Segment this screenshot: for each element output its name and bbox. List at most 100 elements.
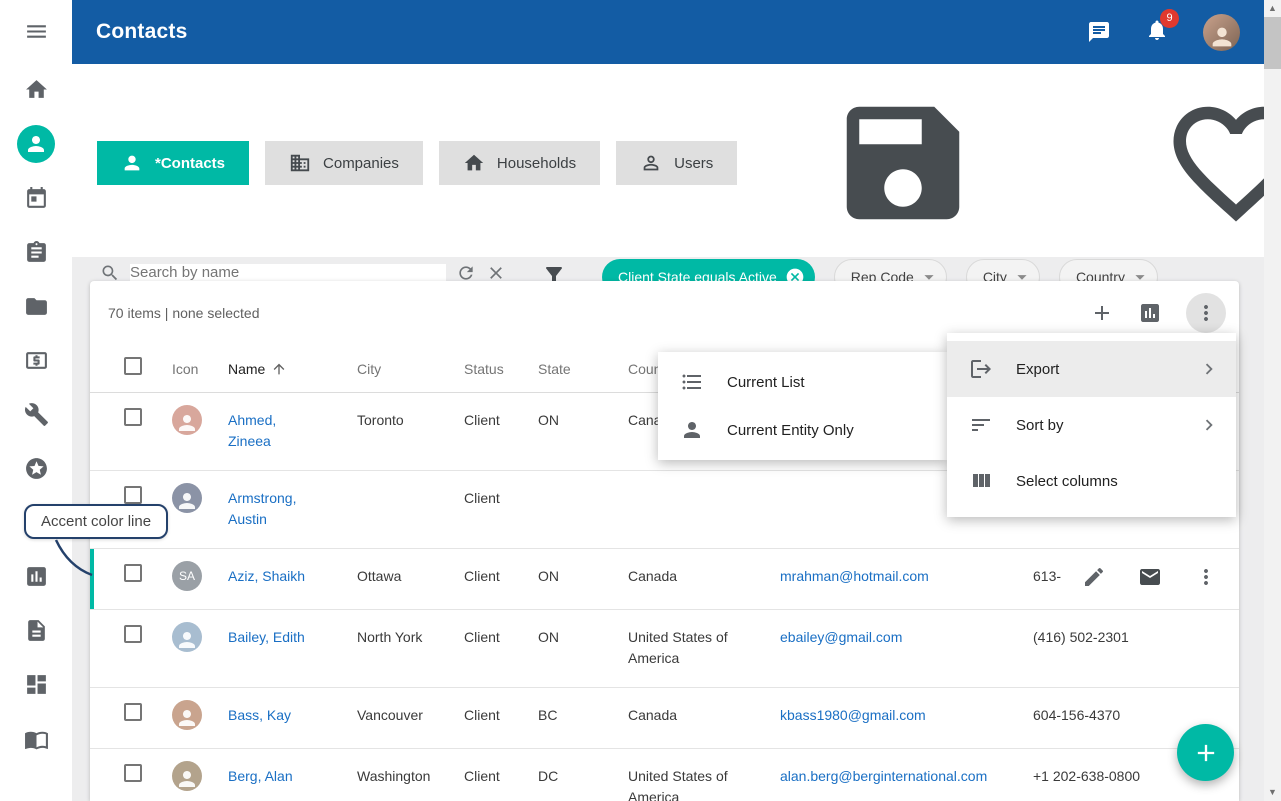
export-icon [969,357,993,381]
menu-item-label: Current Entity Only [727,422,854,439]
address-book-icon[interactable] [14,717,58,761]
cell-city: Washington [357,749,464,801]
tasks-icon[interactable] [14,230,58,274]
cell-state: ON [538,610,628,666]
email-link[interactable]: alan.berg@berginternational.com [780,768,987,784]
more-options-button[interactable] [1186,293,1226,333]
vertical-scrollbar[interactable]: ▲ ▼ [1264,0,1281,801]
chat-icon[interactable] [1087,20,1111,44]
send-email-icon[interactable] [1138,565,1162,589]
search-icon [100,263,120,283]
menu-item-label: Sort by [1016,417,1064,434]
favorite-heart-icon[interactable] [1086,88,1281,238]
featured-star-icon[interactable] [14,446,58,490]
contact-name-link[interactable]: Bailey, Edith [228,627,305,648]
person-icon [121,152,143,174]
folder-icon[interactable] [14,284,58,328]
avatar [172,761,202,791]
calendar-icon[interactable] [14,176,58,220]
avatar-initials-text: SA [179,566,195,587]
document-icon[interactable] [14,608,58,652]
sort-ascending-icon [271,361,287,377]
menu-icon[interactable] [14,9,58,53]
table-row-selected[interactable]: SA Aziz, Shaikh Ottawa Client ON Canada … [90,549,1239,610]
cell-city: Toronto [357,393,464,449]
contact-name-link[interactable]: Ahmed, Zineea [228,410,318,452]
table-row[interactable]: Bass, Kay Vancouver Client BC Canada kba… [90,688,1239,749]
cell-country: United States of America [628,610,780,687]
select-all-checkbox[interactable] [124,357,142,375]
cell-state [538,471,628,506]
sidebar [0,0,72,801]
plus-icon [1192,739,1220,767]
tab-households[interactable]: Households [439,141,600,185]
cell-country: United States of America [628,749,780,801]
avatar [172,405,202,435]
cell-country: Canada [628,688,780,744]
add-contact-fab[interactable] [1177,724,1234,781]
email-link[interactable]: mrahman@hotmail.com [780,568,929,584]
avatar-initials: SA [172,561,202,591]
cell-phone: (416) 502-2301 [1033,610,1221,666]
scrollbar-thumb[interactable] [1264,17,1281,69]
edit-icon[interactable] [1082,565,1106,589]
columns-icon [969,469,993,493]
row-more-options-icon[interactable] [1194,565,1218,589]
row-checkbox[interactable] [124,564,142,582]
tools-icon[interactable] [14,392,58,436]
dashboard-icon[interactable] [14,662,58,706]
col-state[interactable]: State [538,361,628,377]
save-icon[interactable] [753,88,1053,238]
contact-name-link[interactable]: Berg, Alan [228,766,293,787]
cell-state: DC [538,749,628,801]
menu-item-current-list[interactable]: Current List [658,358,947,406]
cell-state: ON [538,549,628,605]
col-name-label: Name [228,361,265,377]
home-icon[interactable] [14,67,58,111]
menu-item-select-columns[interactable]: Select columns [947,453,1236,509]
menu-item-sort-by[interactable]: Sort by [947,397,1236,453]
user-avatar[interactable] [1203,14,1240,51]
search-input[interactable] [130,264,446,281]
row-checkbox[interactable] [124,764,142,782]
menu-item-current-entity-only[interactable]: Current Entity Only [658,406,947,454]
notification-badge: 9 [1160,9,1179,28]
cell-city [357,471,464,506]
add-icon[interactable] [1090,301,1114,325]
cell-status: Client [464,471,538,527]
contact-name-link[interactable]: Armstrong, Austin [228,488,318,530]
tab-contacts[interactable]: *Contacts [97,141,249,185]
table-row[interactable]: Bailey, Edith North York Client ON Unite… [90,610,1239,688]
billing-icon[interactable] [14,338,58,382]
cell-status: Client [464,549,538,605]
context-menu: Export Sort by Select columns [947,333,1236,517]
col-status[interactable]: Status [464,361,538,377]
top-app-bar: Contacts 9 [72,0,1264,64]
tab-users[interactable]: Users [616,141,737,185]
row-checkbox[interactable] [124,625,142,643]
table-row[interactable]: Berg, Alan Washington Client DC United S… [90,749,1239,801]
scroll-up-arrow[interactable]: ▲ [1268,0,1277,17]
menu-item-label: Select columns [1016,473,1118,490]
tab-label: Users [674,155,713,172]
export-submenu: Current List Current Entity Only [658,352,947,460]
row-checkbox[interactable] [124,703,142,721]
contact-name-link[interactable]: Bass, Kay [228,705,291,726]
company-icon [289,152,311,174]
chart-columns-icon[interactable] [1138,301,1162,325]
cell-country [628,471,780,506]
menu-item-export[interactable]: Export [947,341,1236,397]
contacts-icon[interactable] [17,125,55,163]
tab-label: Companies [323,155,399,172]
email-link[interactable]: ebailey@gmail.com [780,629,902,645]
clear-search-icon[interactable] [486,263,506,283]
tab-companies[interactable]: Companies [265,141,423,185]
row-checkbox[interactable] [124,408,142,426]
col-city[interactable]: City [357,361,464,377]
refresh-icon[interactable] [456,263,476,283]
col-name-sort[interactable]: Name [228,361,357,377]
scroll-down-arrow[interactable]: ▼ [1268,784,1277,801]
row-checkbox[interactable] [124,486,142,504]
email-link[interactable]: kbass1980@gmail.com [780,707,926,723]
contact-name-link[interactable]: Aziz, Shaikh [228,566,305,587]
